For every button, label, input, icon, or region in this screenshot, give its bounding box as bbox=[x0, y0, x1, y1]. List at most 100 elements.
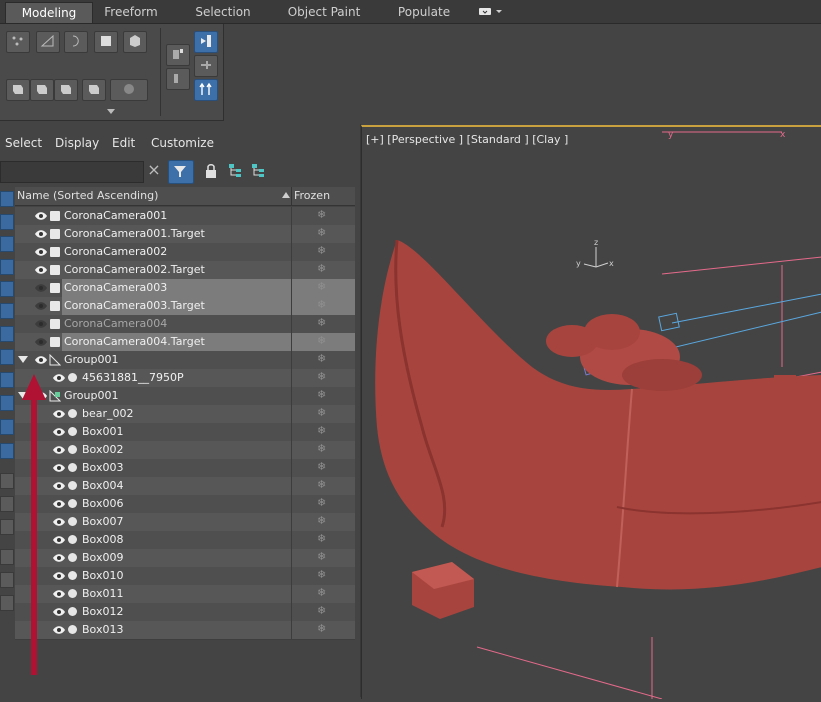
sort-ascending-icon[interactable] bbox=[282, 192, 290, 198]
hierarchy-icon[interactable] bbox=[228, 163, 242, 179]
hidden-eye-icon[interactable] bbox=[35, 337, 47, 347]
ribbon-tool-5-button[interactable] bbox=[110, 79, 148, 101]
filter-bones-icon[interactable] bbox=[0, 372, 14, 388]
tab-overflow-icon[interactable] bbox=[478, 6, 506, 18]
filter-geometry-icon[interactable] bbox=[0, 191, 14, 207]
ribbon-tool-7-button[interactable] bbox=[194, 31, 218, 53]
visibility-eye-icon[interactable] bbox=[53, 499, 65, 509]
filter-helpers-icon[interactable] bbox=[0, 281, 14, 297]
table-row[interactable]: Box007 ❄ bbox=[15, 513, 355, 532]
table-row[interactable]: CoronaCamera003 ❄ bbox=[15, 279, 355, 298]
display-all-icon[interactable] bbox=[0, 473, 14, 489]
visibility-eye-icon[interactable] bbox=[53, 445, 65, 455]
frozen-snowflake-icon[interactable]: ❄ bbox=[317, 442, 326, 455]
frozen-snowflake-icon[interactable]: ❄ bbox=[317, 460, 326, 473]
ribbon-tool-9-button[interactable] bbox=[166, 68, 190, 90]
menu-edit[interactable]: Edit bbox=[112, 136, 135, 150]
ribbon-expand-caret-icon[interactable] bbox=[107, 109, 115, 114]
table-row[interactable]: CoronaCamera002.Target ❄ bbox=[15, 261, 355, 280]
filter-groups-icon[interactable] bbox=[0, 326, 14, 342]
bean-bag-model[interactable] bbox=[375, 240, 821, 590]
visibility-eye-icon[interactable] bbox=[53, 517, 65, 527]
tab-freeform[interactable]: Freeform bbox=[98, 2, 164, 22]
visibility-eye-icon[interactable] bbox=[35, 211, 47, 221]
column-divider[interactable] bbox=[291, 187, 292, 205]
table-row[interactable]: Box013 ❄ bbox=[15, 621, 355, 640]
frozen-snowflake-icon[interactable]: ❄ bbox=[317, 424, 326, 437]
filter-frozen-icon[interactable] bbox=[0, 419, 14, 435]
edge-mode-button[interactable] bbox=[36, 31, 60, 53]
frozen-snowflake-icon[interactable]: ❄ bbox=[317, 280, 326, 293]
frozen-snowflake-icon[interactable]: ❄ bbox=[317, 352, 326, 365]
frozen-snowflake-icon[interactable]: ❄ bbox=[317, 334, 326, 347]
filter-xrefs-icon[interactable] bbox=[0, 349, 14, 365]
ribbon-tool-6-button[interactable] bbox=[166, 44, 190, 66]
frozen-snowflake-icon[interactable]: ❄ bbox=[317, 298, 326, 311]
menu-customize[interactable]: Customize bbox=[151, 136, 214, 150]
visibility-eye-icon[interactable] bbox=[53, 625, 65, 635]
lock-icon[interactable] bbox=[204, 163, 218, 179]
visibility-eye-icon[interactable] bbox=[53, 463, 65, 473]
visibility-eye-icon[interactable] bbox=[53, 553, 65, 563]
filter-hidden-icon[interactable] bbox=[0, 443, 14, 459]
table-row[interactable]: Box008 ❄ bbox=[15, 531, 355, 550]
table-row[interactable]: Box003 ❄ bbox=[15, 459, 355, 478]
table-row[interactable]: 45631881__7950P ❄ bbox=[15, 369, 355, 388]
visibility-eye-icon[interactable] bbox=[53, 535, 65, 545]
frozen-snowflake-icon[interactable]: ❄ bbox=[317, 316, 326, 329]
filter-button[interactable] bbox=[168, 160, 194, 184]
filter-containers-icon[interactable] bbox=[0, 395, 14, 411]
visibility-eye-icon[interactable] bbox=[53, 607, 65, 617]
search-input[interactable] bbox=[0, 161, 144, 183]
frozen-snowflake-icon[interactable]: ❄ bbox=[317, 226, 326, 239]
visibility-eye-icon[interactable] bbox=[35, 229, 47, 239]
frozen-snowflake-icon[interactable]: ❄ bbox=[317, 370, 326, 383]
table-row[interactable]: CoronaCamera003.Target ❄ bbox=[15, 297, 355, 316]
frozen-snowflake-icon[interactable]: ❄ bbox=[317, 550, 326, 563]
column-header-frozen[interactable]: Frozen bbox=[294, 189, 330, 202]
display-none-icon[interactable] bbox=[0, 496, 14, 512]
frozen-snowflake-icon[interactable]: ❄ bbox=[317, 496, 326, 509]
hierarchy-alt-icon[interactable] bbox=[251, 163, 265, 179]
frozen-snowflake-icon[interactable]: ❄ bbox=[317, 586, 326, 599]
ribbon-tool-2-button[interactable] bbox=[30, 79, 54, 101]
box-model[interactable] bbox=[412, 562, 474, 619]
frozen-snowflake-icon[interactable]: ❄ bbox=[317, 532, 326, 545]
table-row[interactable]: Box006 ❄ bbox=[15, 495, 355, 514]
filter-lights-icon[interactable] bbox=[0, 236, 14, 252]
frozen-snowflake-icon[interactable]: ❄ bbox=[317, 622, 326, 635]
table-row[interactable]: CoronaCamera004.Target ❄ bbox=[15, 333, 355, 352]
hidden-eye-icon[interactable] bbox=[35, 319, 47, 329]
visibility-eye-icon[interactable] bbox=[53, 481, 65, 491]
frozen-snowflake-icon[interactable]: ❄ bbox=[317, 208, 326, 221]
frozen-snowflake-icon[interactable]: ❄ bbox=[317, 604, 326, 617]
hidden-eye-icon[interactable] bbox=[35, 301, 47, 311]
tab-populate[interactable]: Populate bbox=[392, 2, 456, 22]
tab-selection[interactable]: Selection bbox=[190, 2, 256, 22]
funnel-icon[interactable] bbox=[0, 572, 14, 588]
table-row[interactable]: Box002 ❄ bbox=[15, 441, 355, 460]
display-invert-icon[interactable] bbox=[0, 519, 14, 535]
frozen-snowflake-icon[interactable]: ❄ bbox=[317, 244, 326, 257]
border-mode-button[interactable] bbox=[64, 31, 88, 53]
column-header-name[interactable]: Name (Sorted Ascending) bbox=[17, 189, 158, 202]
clear-search-icon[interactable]: × bbox=[146, 161, 162, 179]
frozen-snowflake-icon[interactable]: ❄ bbox=[317, 388, 326, 401]
element-mode-button[interactable] bbox=[123, 31, 147, 53]
visibility-eye-icon[interactable] bbox=[53, 589, 65, 599]
box-model-small[interactable] bbox=[774, 375, 796, 397]
table-row[interactable]: bear_002 ❄ bbox=[15, 405, 355, 424]
tab-object-paint[interactable]: Object Paint bbox=[285, 2, 363, 22]
visibility-eye-icon[interactable] bbox=[53, 373, 65, 383]
visibility-eye-icon[interactable] bbox=[53, 427, 65, 437]
table-row[interactable]: Box004 ❄ bbox=[15, 477, 355, 496]
frozen-snowflake-icon[interactable]: ❄ bbox=[317, 262, 326, 275]
table-row[interactable]: Box009 ❄ bbox=[15, 549, 355, 568]
table-row[interactable]: CoronaCamera001.Target ❄ bbox=[15, 225, 355, 244]
table-row[interactable]: Box010 ❄ bbox=[15, 567, 355, 586]
ribbon-tool-8-button[interactable] bbox=[194, 55, 218, 77]
table-row[interactable]: CoronaCamera002 ❄ bbox=[15, 243, 355, 262]
table-row[interactable]: CoronaCamera004 ❄ bbox=[15, 315, 355, 334]
polygon-mode-button[interactable] bbox=[94, 31, 118, 53]
filter-spacewarps-icon[interactable] bbox=[0, 303, 14, 319]
